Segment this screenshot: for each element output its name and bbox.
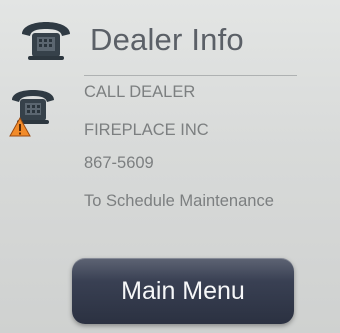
dealer-info-screen: Dealer Info CALL DEALER FIREPLACE INC 86…	[0, 0, 340, 333]
header: Dealer Info	[8, 10, 328, 68]
contact-line-company: FIREPLACE INC	[84, 121, 209, 139]
contact-line-note: To Schedule Maintenance	[84, 192, 274, 210]
page-title: Dealer Info	[90, 22, 244, 57]
contact-line-phone: 867-5609	[84, 154, 154, 172]
telephone-icon	[22, 22, 70, 60]
divider	[84, 75, 297, 76]
telephone-warning-icon	[9, 90, 54, 137]
main-menu-button[interactable]: Main Menu	[72, 258, 294, 324]
contact-line-call-dealer: CALL DEALER	[84, 83, 196, 101]
